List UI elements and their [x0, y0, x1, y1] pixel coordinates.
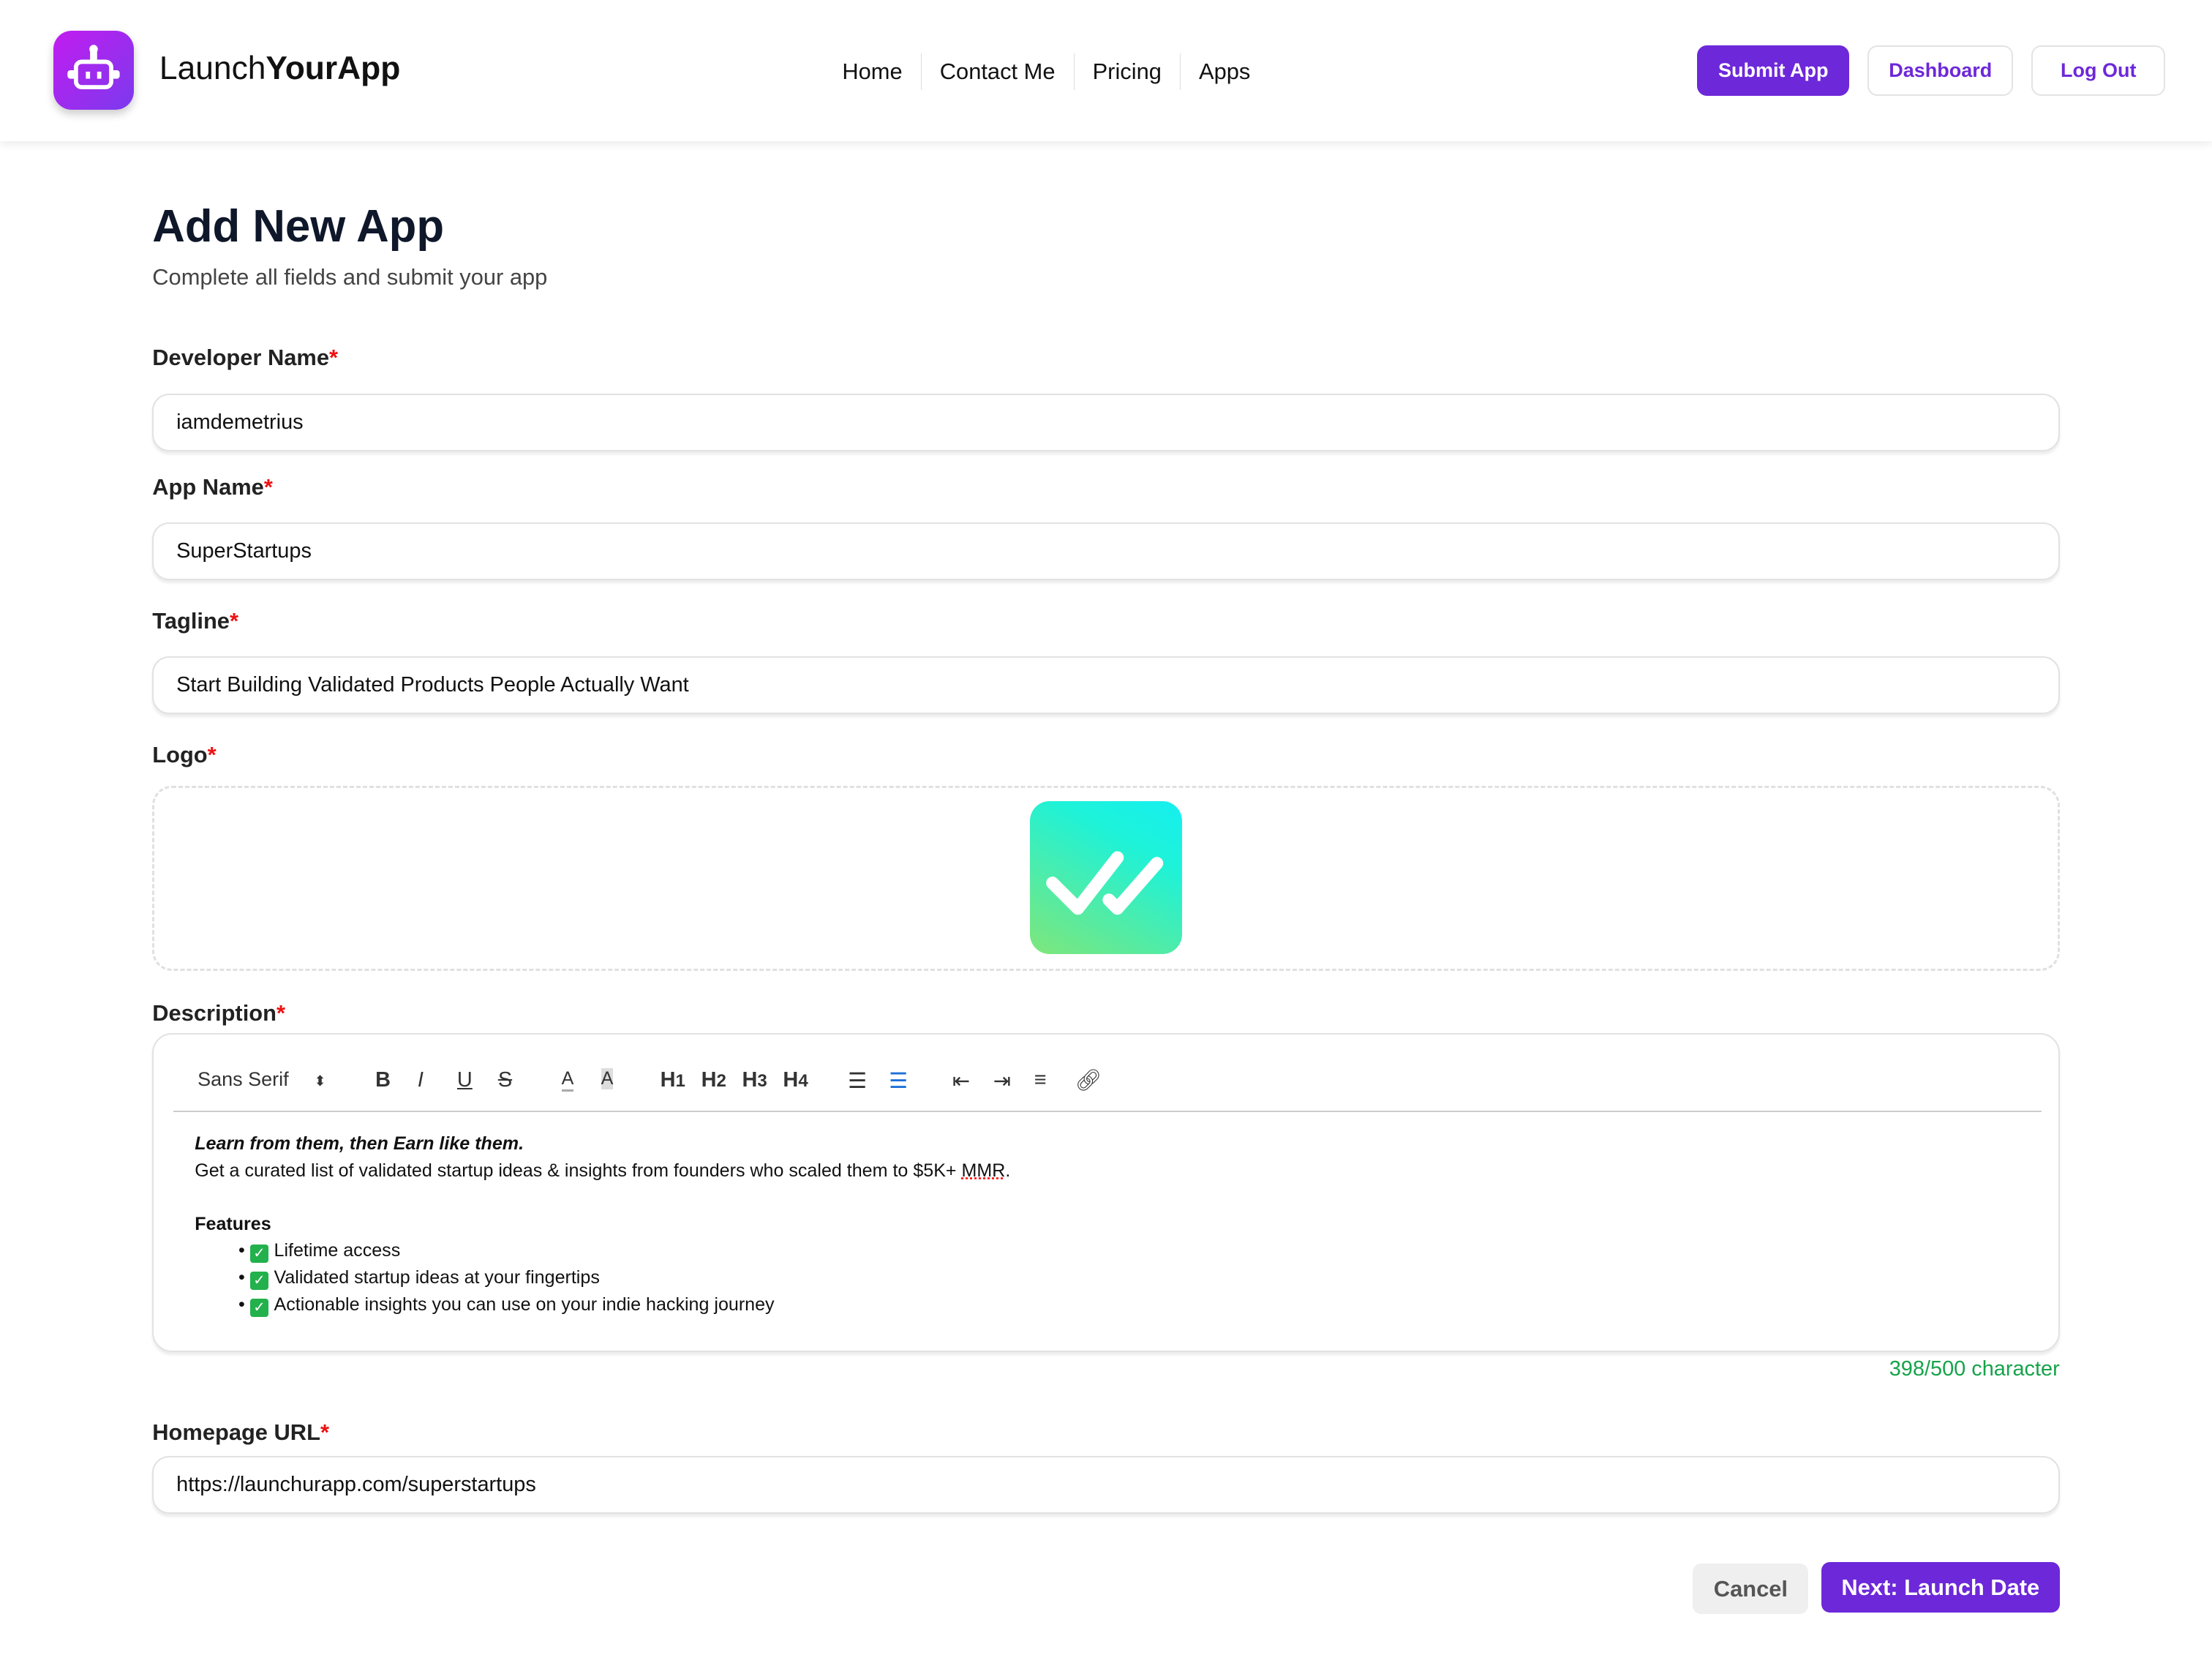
background-color-icon[interactable]: A [601, 1068, 614, 1089]
strikethrough-icon[interactable]: S [498, 1068, 512, 1092]
editor-toolbar: Sans Serif⬍ B I U S A A H1 H2 H3 H4 ☰ ☰ … [173, 1062, 2041, 1112]
label-text: Developer Name [152, 345, 329, 370]
nav-contact[interactable]: Contact Me [921, 53, 1074, 90]
features-title: Features [195, 1211, 1010, 1238]
description-body: Get a curated list of validated startup … [195, 1157, 1010, 1185]
required-mark: * [276, 1000, 285, 1026]
feature-text: Lifetime access [274, 1240, 401, 1261]
feature-item: ✓ Lifetime access [238, 1237, 1010, 1264]
h2-icon[interactable]: H2 [701, 1068, 726, 1092]
homepage-url-label: Homepage URL* [152, 1419, 329, 1446]
app-name-input[interactable]: SuperStartups [152, 522, 2059, 580]
page-subtitle: Complete all fields and submit your app [152, 264, 547, 290]
submit-app-button[interactable]: Submit App [1697, 45, 1849, 96]
font-select[interactable]: Sans Serif ⬍ [198, 1068, 326, 1091]
bold-icon[interactable]: B [375, 1068, 391, 1092]
tagline-input[interactable]: Start Building Validated Products People… [152, 656, 2059, 714]
underline-icon[interactable]: U [457, 1068, 473, 1092]
check-icon: ✓ [250, 1245, 268, 1263]
required-mark: * [208, 742, 217, 767]
required-mark: * [329, 345, 338, 370]
brand-light: Launch [159, 50, 266, 86]
page-title: Add New App [152, 200, 444, 252]
app-name-label: App Name* [152, 474, 273, 500]
description-label: Description* [152, 1000, 285, 1026]
tagline-label: Tagline* [152, 608, 238, 634]
link-icon[interactable]: 🔗︎ [1075, 1068, 1102, 1093]
h1-icon[interactable]: H1 [661, 1068, 685, 1092]
h3-icon[interactable]: H3 [742, 1068, 767, 1092]
brand-name[interactable]: LaunchYourApp [159, 50, 400, 87]
main-nav: Home Contact Me Pricing Apps [824, 53, 1268, 90]
misspelled-word: MMR [962, 1160, 1006, 1181]
ordered-list-icon[interactable]: ☰ [848, 1068, 867, 1094]
description-heading: Learn from them, then Earn like them. [195, 1130, 1010, 1157]
nav-apps[interactable]: Apps [1180, 53, 1268, 90]
body-text: Get a curated list of validated startup … [195, 1160, 961, 1181]
label-text: App Name [152, 474, 264, 500]
indent-icon[interactable]: ⇥ [993, 1068, 1011, 1094]
homepage-url-input[interactable]: https://launchurapp.com/superstartups [152, 1456, 2059, 1514]
outdent-icon[interactable]: ⇤ [952, 1068, 970, 1094]
feature-text: Validated startup ideas at your fingerti… [274, 1267, 600, 1288]
feature-text: Actionable insights you can use on your … [274, 1294, 775, 1315]
developer-name-input[interactable]: iamdemetrius [152, 394, 2059, 451]
label-text: Description [152, 1000, 276, 1026]
character-count: 398/500 character [1889, 1357, 2060, 1381]
body-end: . [1005, 1160, 1010, 1181]
bullet-list-icon[interactable]: ☰ [889, 1068, 908, 1094]
brand-bold: YourApp [266, 50, 400, 86]
check-icon: ✓ [250, 1299, 268, 1317]
label-text: Tagline [152, 608, 230, 634]
developer-name-label: Developer Name* [152, 345, 338, 371]
required-mark: * [320, 1419, 329, 1445]
italic-icon[interactable]: I [418, 1068, 424, 1092]
robot-logo-icon[interactable] [53, 31, 134, 110]
logo-label: Logo* [152, 742, 216, 768]
text-color-icon[interactable]: A [562, 1068, 574, 1092]
cancel-button[interactable]: Cancel [1693, 1564, 1808, 1614]
label-text: Logo [152, 742, 207, 767]
description-editor: Sans Serif⬍ B I U S A A H1 H2 H3 H4 ☰ ☰ … [152, 1033, 2059, 1352]
nav-home[interactable]: Home [824, 53, 920, 90]
check-icon: ✓ [250, 1272, 268, 1290]
required-mark: * [264, 474, 273, 500]
align-icon[interactable]: ≡ [1034, 1068, 1047, 1092]
editor-content[interactable]: Learn from them, then Earn like them. Ge… [195, 1130, 1010, 1318]
feature-item: ✓ Actionable insights you can use on your… [238, 1291, 1010, 1318]
feature-item: ✓ Validated startup ideas at your fingert… [238, 1264, 1010, 1291]
required-mark: * [230, 608, 238, 634]
uploaded-logo-double-check-icon [1030, 801, 1182, 953]
h4-icon[interactable]: H4 [783, 1068, 808, 1092]
dashboard-button[interactable]: Dashboard [1867, 45, 2013, 96]
features-list: ✓ Lifetime access ✓ Validated startup idea… [195, 1237, 1010, 1318]
label-text: Homepage URL [152, 1419, 320, 1445]
next-launch-date-button[interactable]: Next: Launch Date [1821, 1562, 2060, 1613]
font-select-value: Sans Serif [198, 1068, 289, 1090]
nav-pricing[interactable]: Pricing [1074, 53, 1180, 90]
logout-button[interactable]: Log Out [2031, 45, 2165, 96]
select-arrows-icon: ⬍ [314, 1074, 326, 1089]
top-navbar: LaunchYourApp Home Contact Me Pricing Ap… [0, 0, 2212, 141]
